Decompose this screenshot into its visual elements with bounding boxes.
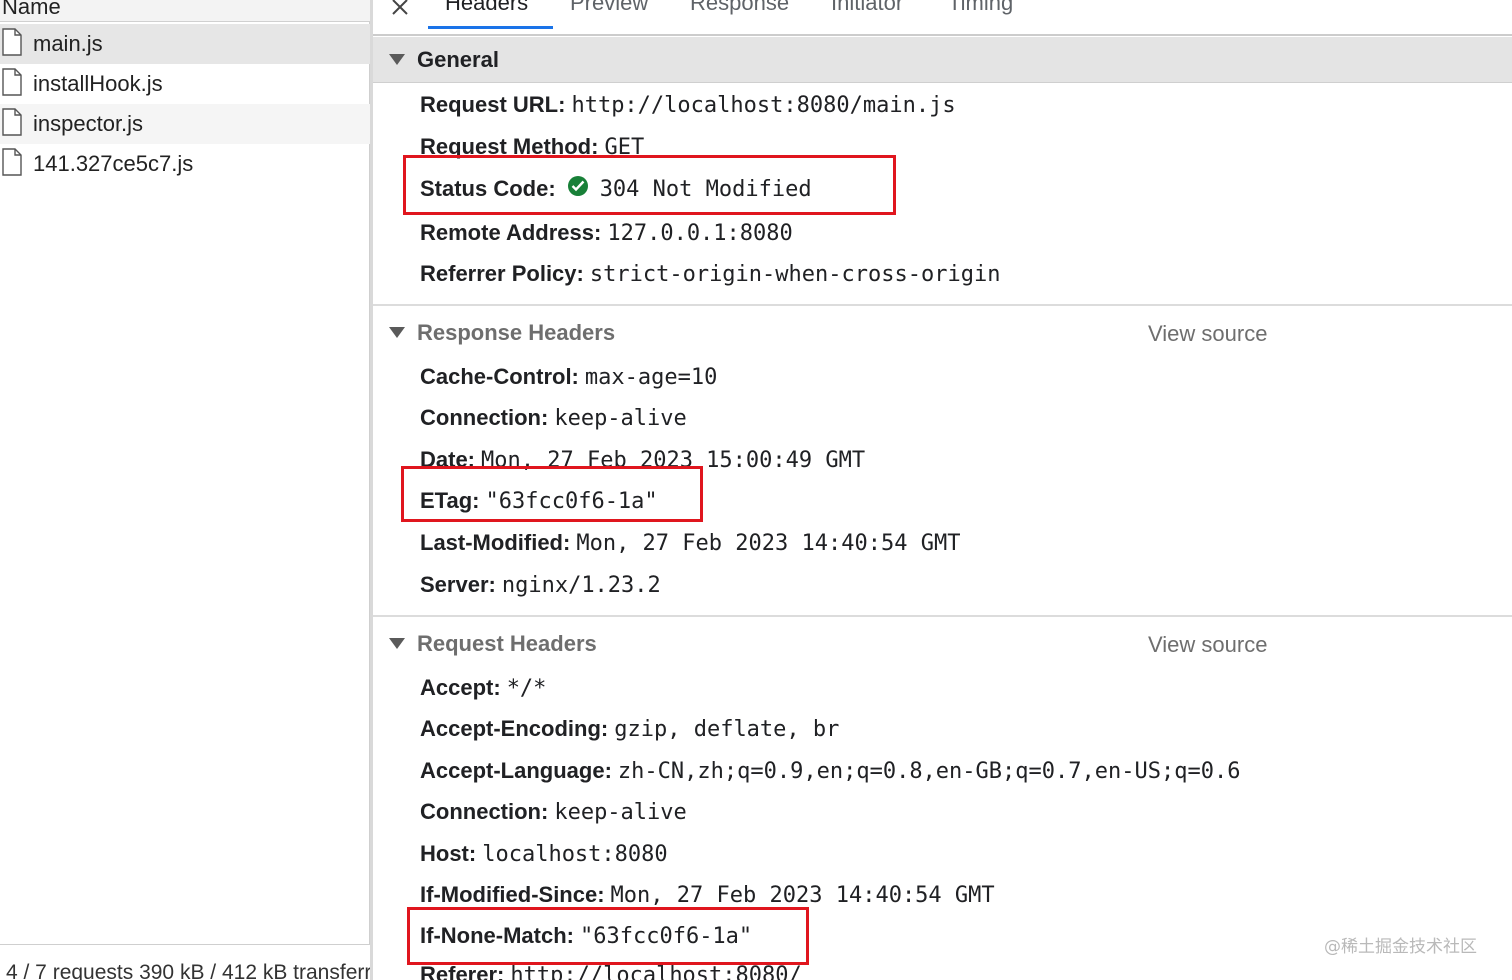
collapse-triangle-icon[interactable]	[389, 638, 405, 649]
request-view-source-link[interactable]: View source	[1148, 632, 1267, 658]
request-list-panel: Name main.js installHook.js inspector.js…	[0, 0, 370, 980]
header-value: keep-alive	[554, 800, 687, 825]
header-row-connection: Connection: keep-alive	[420, 799, 687, 833]
header-row-referrer-policy: Referrer Policy: strict-origin-when-cross…	[420, 261, 1000, 295]
collapse-triangle-icon[interactable]	[389, 327, 405, 338]
response-headers-section-header[interactable]: Response Headers View source	[373, 310, 1512, 356]
name-column-label: Name	[2, 0, 61, 19]
collapse-triangle-icon[interactable]	[389, 54, 405, 65]
network-summary-bar: 4 / 7 requests 390 kB / 412 kB transferr…	[0, 944, 370, 980]
file-icon	[2, 148, 22, 176]
header-value: http://localhost:8080/main.js	[571, 93, 956, 118]
header-value: http://localhost:8080/	[510, 963, 802, 980]
close-icon[interactable]	[389, 0, 411, 18]
request-headers-title: Request Headers	[417, 631, 597, 656]
header-value: 127.0.0.1:8080	[607, 221, 793, 246]
request-file-name: main.js	[33, 31, 103, 56]
general-section-title: General	[417, 47, 499, 72]
request-row-141-js[interactable]: 141.327ce5c7.js	[0, 144, 370, 184]
header-row-host: Host: localhost:8080	[420, 841, 668, 875]
header-key: Referrer Policy:	[420, 261, 584, 286]
file-icon	[2, 28, 22, 56]
tab-headers[interactable]: Headers	[445, 0, 528, 16]
header-row-remote-address: Remote Address: 127.0.0.1:8080	[420, 220, 793, 254]
response-headers-title: Response Headers	[417, 320, 616, 345]
header-value: */*	[506, 676, 547, 701]
request-row-main-js[interactable]: main.js	[0, 24, 370, 64]
request-headers-section-header[interactable]: Request Headers View source	[373, 621, 1512, 667]
request-details-panel: Headers Preview Response Initiator Timin…	[373, 0, 1512, 980]
tab-initiator[interactable]: Initiator	[831, 0, 903, 16]
watermark-text: @稀土掘金技术社区	[1324, 937, 1477, 957]
header-key: Connection:	[420, 405, 549, 430]
file-icon	[2, 108, 22, 136]
request-row-installhook-js[interactable]: installHook.js	[0, 64, 370, 104]
header-key: Accept:	[420, 675, 501, 700]
header-key: Host:	[420, 841, 477, 866]
header-key: Accept-Encoding:	[420, 716, 609, 741]
request-file-name: inspector.js	[33, 111, 144, 136]
header-key: Last-Modified:	[420, 530, 571, 555]
header-key: Cache-Control:	[420, 364, 579, 389]
file-icon	[2, 68, 22, 96]
tab-response[interactable]: Response	[690, 0, 789, 16]
header-value: Mon, 27 Feb 2023 14:40:54 GMT	[576, 531, 961, 556]
etag-highlight-box	[401, 466, 703, 522]
header-key: Remote Address:	[420, 220, 602, 245]
status-code-highlight-box	[403, 155, 896, 215]
header-value: zh-CN,zh;q=0.9,en;q=0.8,en-GB;q=0.7,en-U…	[617, 759, 1241, 784]
header-value: strict-origin-when-cross-origin	[589, 262, 1001, 287]
header-key: Connection:	[420, 799, 549, 824]
header-row-accept-encoding: Accept-Encoding: gzip, deflate, br	[420, 716, 839, 750]
header-key: Server:	[420, 572, 496, 597]
header-row-connection: Connection: keep-alive	[420, 405, 687, 439]
response-view-source-link[interactable]: View source	[1148, 321, 1267, 347]
if-none-match-highlight-box	[407, 907, 809, 965]
requests-summary: 4 / 7 requests 390 kB / 412 kB transferr…	[6, 961, 370, 980]
header-value: Mon, 27 Feb 2023 14:40:54 GMT	[610, 883, 995, 908]
header-row-accept-language: Accept-Language: zh-CN,zh;q=0.9,en;q=0.8,…	[420, 758, 1240, 792]
header-value: localhost:8080	[482, 842, 668, 867]
header-row-last-modified: Last-Modified: Mon, 27 Feb 2023 14:40:54 …	[420, 530, 960, 564]
header-row-request-url: Request URL: http://localhost:8080/main.j…	[420, 92, 956, 126]
section-divider	[373, 304, 1512, 306]
header-key: If-Modified-Since:	[420, 882, 605, 907]
tab-preview[interactable]: Preview	[570, 0, 648, 16]
header-key: Request URL:	[420, 92, 566, 117]
header-row-cache-control: Cache-Control: max-age=10	[420, 364, 717, 398]
section-divider	[373, 615, 1512, 617]
header-row-accept: Accept: */*	[420, 675, 546, 709]
active-tab-indicator	[428, 26, 553, 29]
header-value: nginx/1.23.2	[501, 573, 661, 598]
request-file-name: 141.327ce5c7.js	[33, 151, 194, 176]
name-column-header[interactable]: Name	[0, 0, 370, 22]
request-file-name: installHook.js	[33, 71, 163, 96]
header-value: max-age=10	[584, 365, 718, 390]
header-key: Accept-Language:	[420, 758, 612, 783]
header-row-server: Server: nginx/1.23.2	[420, 572, 661, 606]
details-tab-bar: Headers Preview Response Initiator Timin…	[373, 0, 1512, 36]
general-section-header[interactable]: General	[373, 37, 1512, 83]
request-row-inspector-js[interactable]: inspector.js	[0, 104, 370, 144]
header-value: keep-alive	[554, 406, 687, 431]
header-value: gzip, deflate, br	[614, 717, 840, 742]
tab-timing[interactable]: Timing	[948, 0, 1013, 16]
